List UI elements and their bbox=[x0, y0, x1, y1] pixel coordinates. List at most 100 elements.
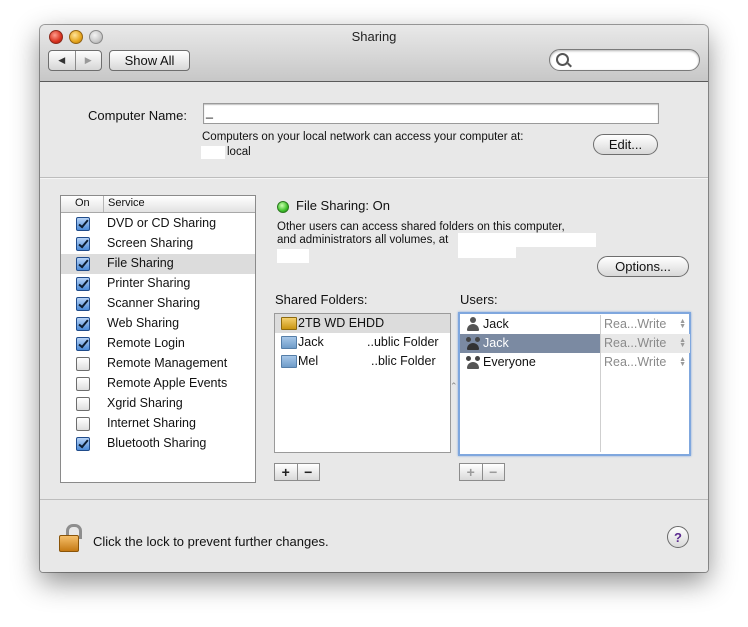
service-row[interactable]: Remote Management bbox=[61, 354, 255, 374]
service-row[interactable]: Xgrid Sharing bbox=[61, 394, 255, 414]
public-folder-icon bbox=[281, 336, 297, 349]
split-divider-handle[interactable]: ⌃ bbox=[450, 381, 458, 392]
service-name: Scanner Sharing bbox=[107, 296, 201, 310]
service-row[interactable]: Internet Sharing bbox=[61, 414, 255, 434]
service-name: Bluetooth Sharing bbox=[107, 436, 207, 450]
permission-popup[interactable]: Rea...Write ▲ ▼ bbox=[600, 334, 690, 353]
shared-folders-list: 2TB WD EHDD Jack ..ublic Folder Mel ..bl… bbox=[274, 313, 451, 453]
drive-icon bbox=[281, 317, 297, 330]
add-user-button[interactable]: + bbox=[460, 464, 482, 480]
service-list-header: On Service bbox=[61, 196, 255, 213]
service-checkbox[interactable] bbox=[76, 217, 90, 231]
options-button[interactable]: Options... bbox=[597, 256, 689, 277]
user-row[interactable]: Everyone Rea...Write ▲ ▼ bbox=[460, 353, 689, 372]
users-label: Users: bbox=[460, 292, 498, 307]
service-checkbox[interactable] bbox=[76, 297, 90, 311]
service-row[interactable]: Remote Login bbox=[61, 334, 255, 354]
service-checkbox[interactable] bbox=[76, 317, 90, 331]
folder-name-owner: Mel bbox=[298, 354, 319, 368]
service-checkbox[interactable] bbox=[76, 437, 90, 451]
back-button[interactable]: ◀ bbox=[49, 51, 75, 70]
help-button[interactable]: ? bbox=[667, 526, 689, 548]
add-folder-button[interactable]: + bbox=[275, 464, 297, 480]
redacted-address-1 bbox=[458, 233, 596, 247]
computer-name-value: _ bbox=[206, 105, 213, 119]
service-name: Printer Sharing bbox=[107, 276, 191, 290]
lock-text: Click the lock to prevent further change… bbox=[93, 534, 329, 549]
user-row[interactable]: Jack Rea...Write ▲ ▼ bbox=[460, 315, 689, 334]
folder-icon bbox=[281, 355, 297, 368]
window-title: Sharing bbox=[351, 29, 397, 44]
redacted-address-3 bbox=[277, 249, 309, 263]
user-name: Jack bbox=[483, 317, 509, 331]
folder-name-rest: ..ublic Folder bbox=[367, 335, 439, 349]
status-indicator-icon bbox=[277, 201, 289, 213]
column-on[interactable]: On bbox=[75, 197, 90, 209]
service-row[interactable]: Bluetooth Sharing bbox=[61, 434, 255, 454]
service-checkbox[interactable] bbox=[76, 277, 90, 291]
updown-arrows-icon: ▲ ▼ bbox=[679, 356, 686, 368]
service-name: Remote Apple Events bbox=[107, 376, 228, 390]
file-sharing-status: File Sharing: On bbox=[296, 198, 390, 213]
computer-name-section bbox=[40, 82, 708, 178]
service-name: Internet Sharing bbox=[107, 416, 196, 430]
service-checkbox[interactable] bbox=[76, 237, 90, 251]
service-checkbox[interactable] bbox=[76, 337, 90, 351]
users-list: Jack Rea...Write ▲ ▼ Jack Rea...Write ▲ ▼ Ev… bbox=[458, 312, 691, 456]
folder-name: 2TB WD EHDD bbox=[298, 316, 385, 330]
service-checkbox[interactable] bbox=[76, 417, 90, 431]
user-name: Jack bbox=[483, 336, 509, 350]
service-row[interactable]: Scanner Sharing bbox=[61, 294, 255, 314]
service-row[interactable]: DVD or CD Sharing bbox=[61, 214, 255, 234]
service-row[interactable]: Web Sharing bbox=[61, 314, 255, 334]
updown-arrows-icon: ▲ ▼ bbox=[679, 318, 686, 330]
folder-add-remove: + − bbox=[274, 463, 320, 481]
shared-folders-label: Shared Folders: bbox=[275, 292, 368, 307]
folder-name-rest: ..blic Folder bbox=[371, 354, 436, 368]
folder-row[interactable]: 2TB WD EHDD bbox=[275, 314, 450, 333]
service-row[interactable]: Screen Sharing bbox=[61, 234, 255, 254]
redacted-hostname bbox=[201, 146, 225, 159]
title-bar: Sharing ◀ ▶ Show All bbox=[40, 25, 708, 82]
column-divider bbox=[600, 372, 601, 452]
service-checkbox[interactable] bbox=[76, 257, 90, 271]
service-row[interactable]: Remote Apple Events bbox=[61, 374, 255, 394]
folder-name-owner: Jack bbox=[298, 335, 324, 349]
back-forward-control: ◀ ▶ bbox=[48, 50, 102, 71]
column-service[interactable]: Service bbox=[108, 197, 145, 209]
user-add-remove: + − bbox=[459, 463, 505, 481]
service-row[interactable]: Printer Sharing bbox=[61, 274, 255, 294]
service-name: Web Sharing bbox=[107, 316, 180, 330]
service-row[interactable]: File Sharing bbox=[61, 254, 255, 274]
file-sharing-desc-1: Other users can access shared folders on… bbox=[277, 221, 565, 233]
service-name: Screen Sharing bbox=[107, 236, 194, 250]
service-name: Remote Login bbox=[107, 336, 185, 350]
redacted-address-2 bbox=[458, 247, 516, 258]
permission-value: Rea...Write bbox=[604, 336, 667, 350]
service-checkbox[interactable] bbox=[76, 377, 90, 391]
show-all-button[interactable]: Show All bbox=[109, 50, 190, 71]
folder-row[interactable]: Jack ..ublic Folder bbox=[275, 333, 450, 352]
user-icon bbox=[466, 317, 480, 331]
permission-popup[interactable]: Rea...Write ▲ ▼ bbox=[600, 353, 690, 372]
permission-value: Rea...Write bbox=[604, 317, 667, 331]
column-divider bbox=[103, 196, 104, 212]
remove-folder-button[interactable]: − bbox=[298, 464, 320, 480]
permission-popup[interactable]: Rea...Write ▲ ▼ bbox=[600, 315, 690, 334]
group-icon bbox=[466, 336, 480, 350]
computer-name-field[interactable]: _ bbox=[203, 103, 659, 124]
service-checkbox[interactable] bbox=[76, 397, 90, 411]
user-name: Everyone bbox=[483, 355, 536, 369]
service-checkbox[interactable] bbox=[76, 357, 90, 371]
service-name: Remote Management bbox=[107, 356, 228, 370]
user-row-selected[interactable]: Jack Rea...Write ▲ ▼ bbox=[460, 334, 690, 353]
search-input[interactable] bbox=[549, 49, 700, 71]
remove-user-button[interactable]: − bbox=[483, 464, 505, 480]
lock-icon[interactable] bbox=[59, 524, 82, 552]
service-name: DVD or CD Sharing bbox=[107, 216, 217, 230]
folder-row[interactable]: Mel ..blic Folder bbox=[275, 352, 450, 371]
forward-button[interactable]: ▶ bbox=[76, 51, 102, 70]
sharing-window: Sharing ◀ ▶ Show All Computer Name: _ Co… bbox=[40, 25, 708, 572]
edit-button[interactable]: Edit... bbox=[593, 134, 658, 155]
computer-address-info: Computers on your local network can acce… bbox=[202, 131, 524, 143]
